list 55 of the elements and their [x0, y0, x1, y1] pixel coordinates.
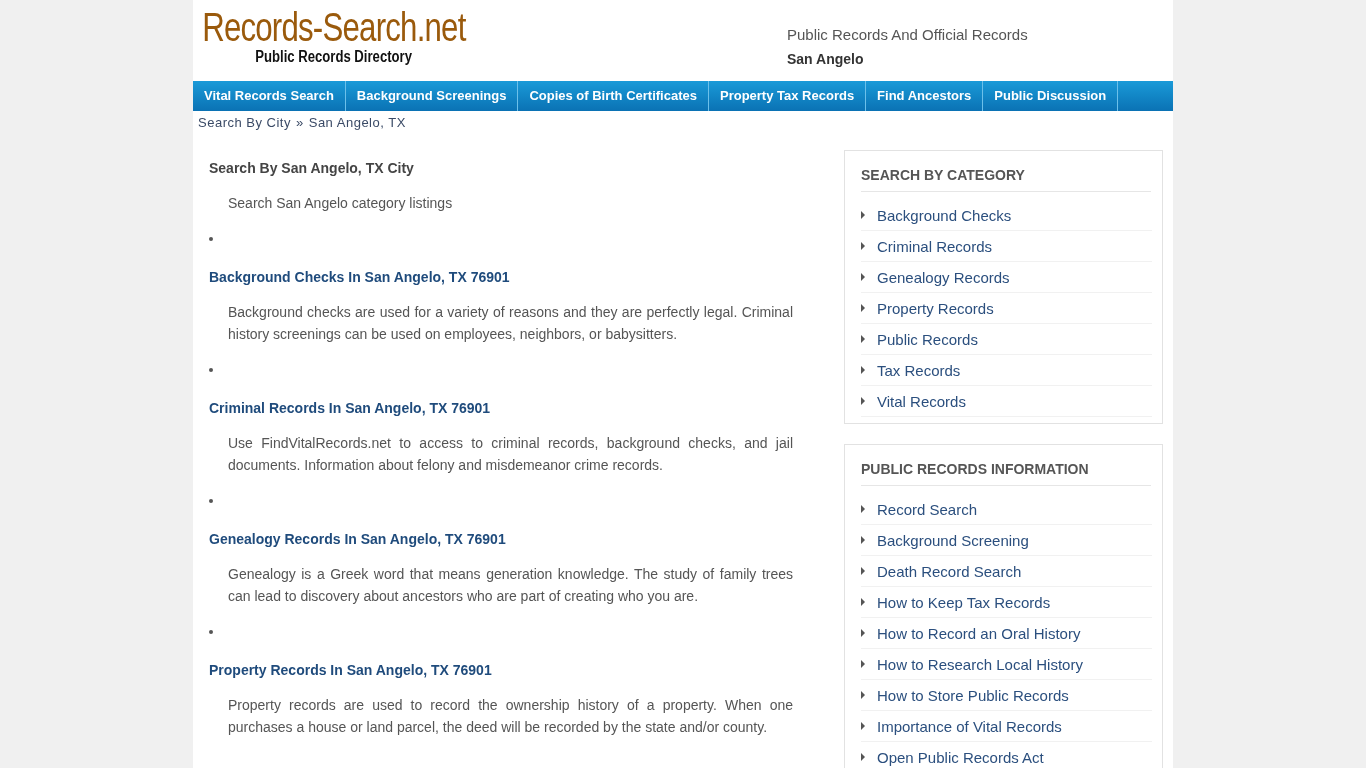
caret-icon [861, 304, 865, 312]
caret-icon [861, 753, 865, 761]
section-text: Use FindVitalRecords.net to access to criminal records, background checks, and jail documents. Information about felony and misdemeanor crime records. [228, 434, 793, 475]
caret-icon [861, 598, 865, 606]
section-link[interactable]: Property Records In San Angelo, TX 76901 [209, 662, 793, 678]
caret-icon [861, 722, 865, 730]
breadcrumb-current: San Angelo, TX [308, 115, 406, 130]
breadcrumb-separator: » [296, 115, 304, 130]
sidebar-link[interactable]: Background Checks [877, 206, 1012, 224]
section-link[interactable]: Criminal Records In San Angelo, TX 76901 [209, 400, 793, 416]
caret-icon [861, 691, 865, 699]
sidebar-link[interactable]: How to Record an Oral History [877, 624, 1081, 642]
caret-icon [861, 505, 865, 513]
caret-icon [861, 536, 865, 544]
caret-icon [861, 242, 865, 250]
caret-icon [861, 366, 865, 374]
widget-title: PUBLIC RECORDS INFORMATION [861, 461, 1151, 486]
logo-subtitle: Public Records Directory [255, 48, 413, 66]
sidebar-link[interactable]: Open Public Records Act [877, 748, 1044, 766]
section-link[interactable]: Background Checks In San Angelo, TX 76901 [209, 269, 793, 285]
section-text: Property records are used to record the ownership history of a property. When one purchases a house or land parcel, the deed will be recorded by the state and/or county. [228, 696, 793, 737]
section-link[interactable]: Genealogy Records In San Angelo, TX 76901 [209, 531, 793, 547]
sidebar-link[interactable]: Background Screening [877, 531, 1029, 549]
sidebar-link[interactable]: Tax Records [877, 361, 961, 379]
caret-icon [861, 211, 865, 219]
sidebar-link[interactable]: Public Records [877, 330, 978, 348]
bullet-icon [209, 499, 213, 503]
sidebar-link[interactable]: How to Research Local History [877, 655, 1083, 673]
section-text: Genealogy is a Greek word that means generation knowledge. The study of family trees can lead to discovery about ancestors who are part of creating who you are. [228, 565, 793, 606]
sidebar-link[interactable]: Death Record Search [877, 562, 1022, 580]
caret-icon [861, 660, 865, 668]
caret-icon [861, 397, 865, 405]
section-text: Background checks are used for a variety of reasons and they are perfectly legal. Criminal history screenings can be used on employees, neighbors, or babysitters. [228, 303, 793, 344]
sidebar-link[interactable]: Property Records [877, 299, 994, 317]
bullet-icon [209, 237, 213, 241]
header-city: San Angelo [787, 51, 865, 67]
header-tagline: Public Records And Official Records [787, 26, 1029, 43]
intro-text: Search San Angelo category listings [228, 194, 454, 213]
sidebar-link[interactable]: How to Store Public Records [877, 686, 1069, 704]
sidebar-link[interactable]: Criminal Records [877, 237, 993, 255]
bullet-icon [209, 630, 213, 634]
caret-icon [861, 567, 865, 575]
sidebar-link[interactable]: Record Search [877, 500, 978, 518]
bullet-icon [209, 368, 213, 372]
widget-title: SEARCH BY CATEGORY [861, 167, 1151, 192]
caret-icon [861, 629, 865, 637]
sidebar-link[interactable]: Importance of Vital Records [877, 717, 1062, 735]
page-heading: Search By San Angelo, TX City [209, 160, 415, 176]
sidebar-link[interactable]: Vital Records [877, 392, 966, 410]
sidebar-link[interactable]: Genealogy Records [877, 268, 1010, 286]
logo-title[interactable]: Records-Search.net [202, 6, 466, 48]
caret-icon [861, 335, 865, 343]
sidebar-link[interactable]: How to Keep Tax Records [877, 593, 1051, 611]
caret-icon [861, 273, 865, 281]
breadcrumb-link[interactable]: Search By City [198, 115, 291, 130]
